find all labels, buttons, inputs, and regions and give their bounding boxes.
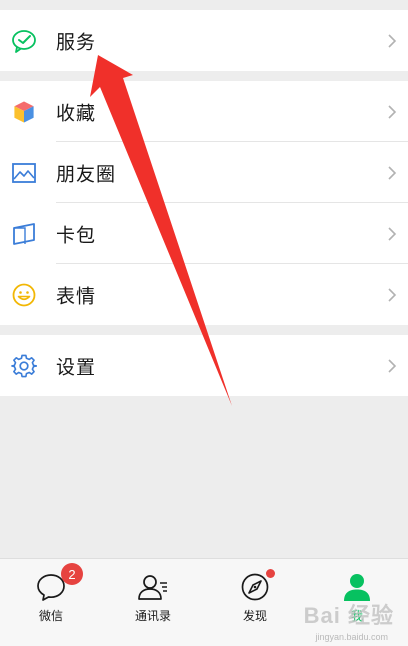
tab-label: 通讯录 xyxy=(134,609,171,623)
chevron-right-icon xyxy=(386,164,398,182)
gear-icon xyxy=(11,353,37,379)
chevron-right-icon xyxy=(386,103,398,121)
chevron-right-icon xyxy=(386,32,398,50)
tab-chats[interactable]: 2 微信 xyxy=(0,559,102,646)
notification-dot xyxy=(266,569,275,578)
unread-badge: 2 xyxy=(61,563,83,585)
tab-discover[interactable]: 发现 xyxy=(204,559,306,646)
settings-group: 设置 xyxy=(0,335,408,396)
image-icon xyxy=(11,160,37,186)
cube-icon xyxy=(11,99,37,125)
menu-item-stickers[interactable]: 表情 xyxy=(0,264,408,325)
menu-item-label: 设置 xyxy=(56,356,97,378)
chevron-right-icon xyxy=(386,357,398,375)
watermark-url: jingyan.baidu.com xyxy=(315,632,388,642)
smiley-icon xyxy=(11,282,37,308)
top-spacer xyxy=(0,0,408,10)
menu-item-label: 卡包 xyxy=(56,224,97,246)
wechat-pay-check-icon xyxy=(11,28,37,54)
menu-item-label: 表情 xyxy=(56,285,97,307)
menu-item-settings[interactable]: 设置 xyxy=(0,335,408,396)
section-gap xyxy=(0,71,408,81)
menu-item-label: 收藏 xyxy=(56,102,97,124)
tab-contacts[interactable]: 通讯录 xyxy=(102,559,204,646)
watermark-logo: Bai 经验 xyxy=(303,603,394,628)
menu-item-services[interactable]: 服务 xyxy=(0,10,408,71)
menu-item-moments[interactable]: 朋友圈 xyxy=(0,142,408,203)
section-gap xyxy=(0,325,408,335)
tab-label: 微信 xyxy=(38,609,63,623)
chevron-right-icon xyxy=(386,286,398,304)
menu-item-label: 服务 xyxy=(56,31,97,53)
tab-bar: 2 微信 通讯录 发现 我 Bai 经验 jingyan.baidu.com xyxy=(0,558,408,646)
main-group: 收藏 朋友圈 卡包 表情 xyxy=(0,81,408,325)
menu-item-label: 朋友圈 xyxy=(56,163,117,185)
chevron-right-icon xyxy=(386,225,398,243)
card-icon xyxy=(11,221,37,247)
contacts-icon xyxy=(137,571,169,603)
menu-item-favorites[interactable]: 收藏 xyxy=(0,81,408,142)
services-group: 服务 xyxy=(0,10,408,71)
tab-label: 发现 xyxy=(242,609,267,623)
menu-item-cards[interactable]: 卡包 xyxy=(0,203,408,264)
